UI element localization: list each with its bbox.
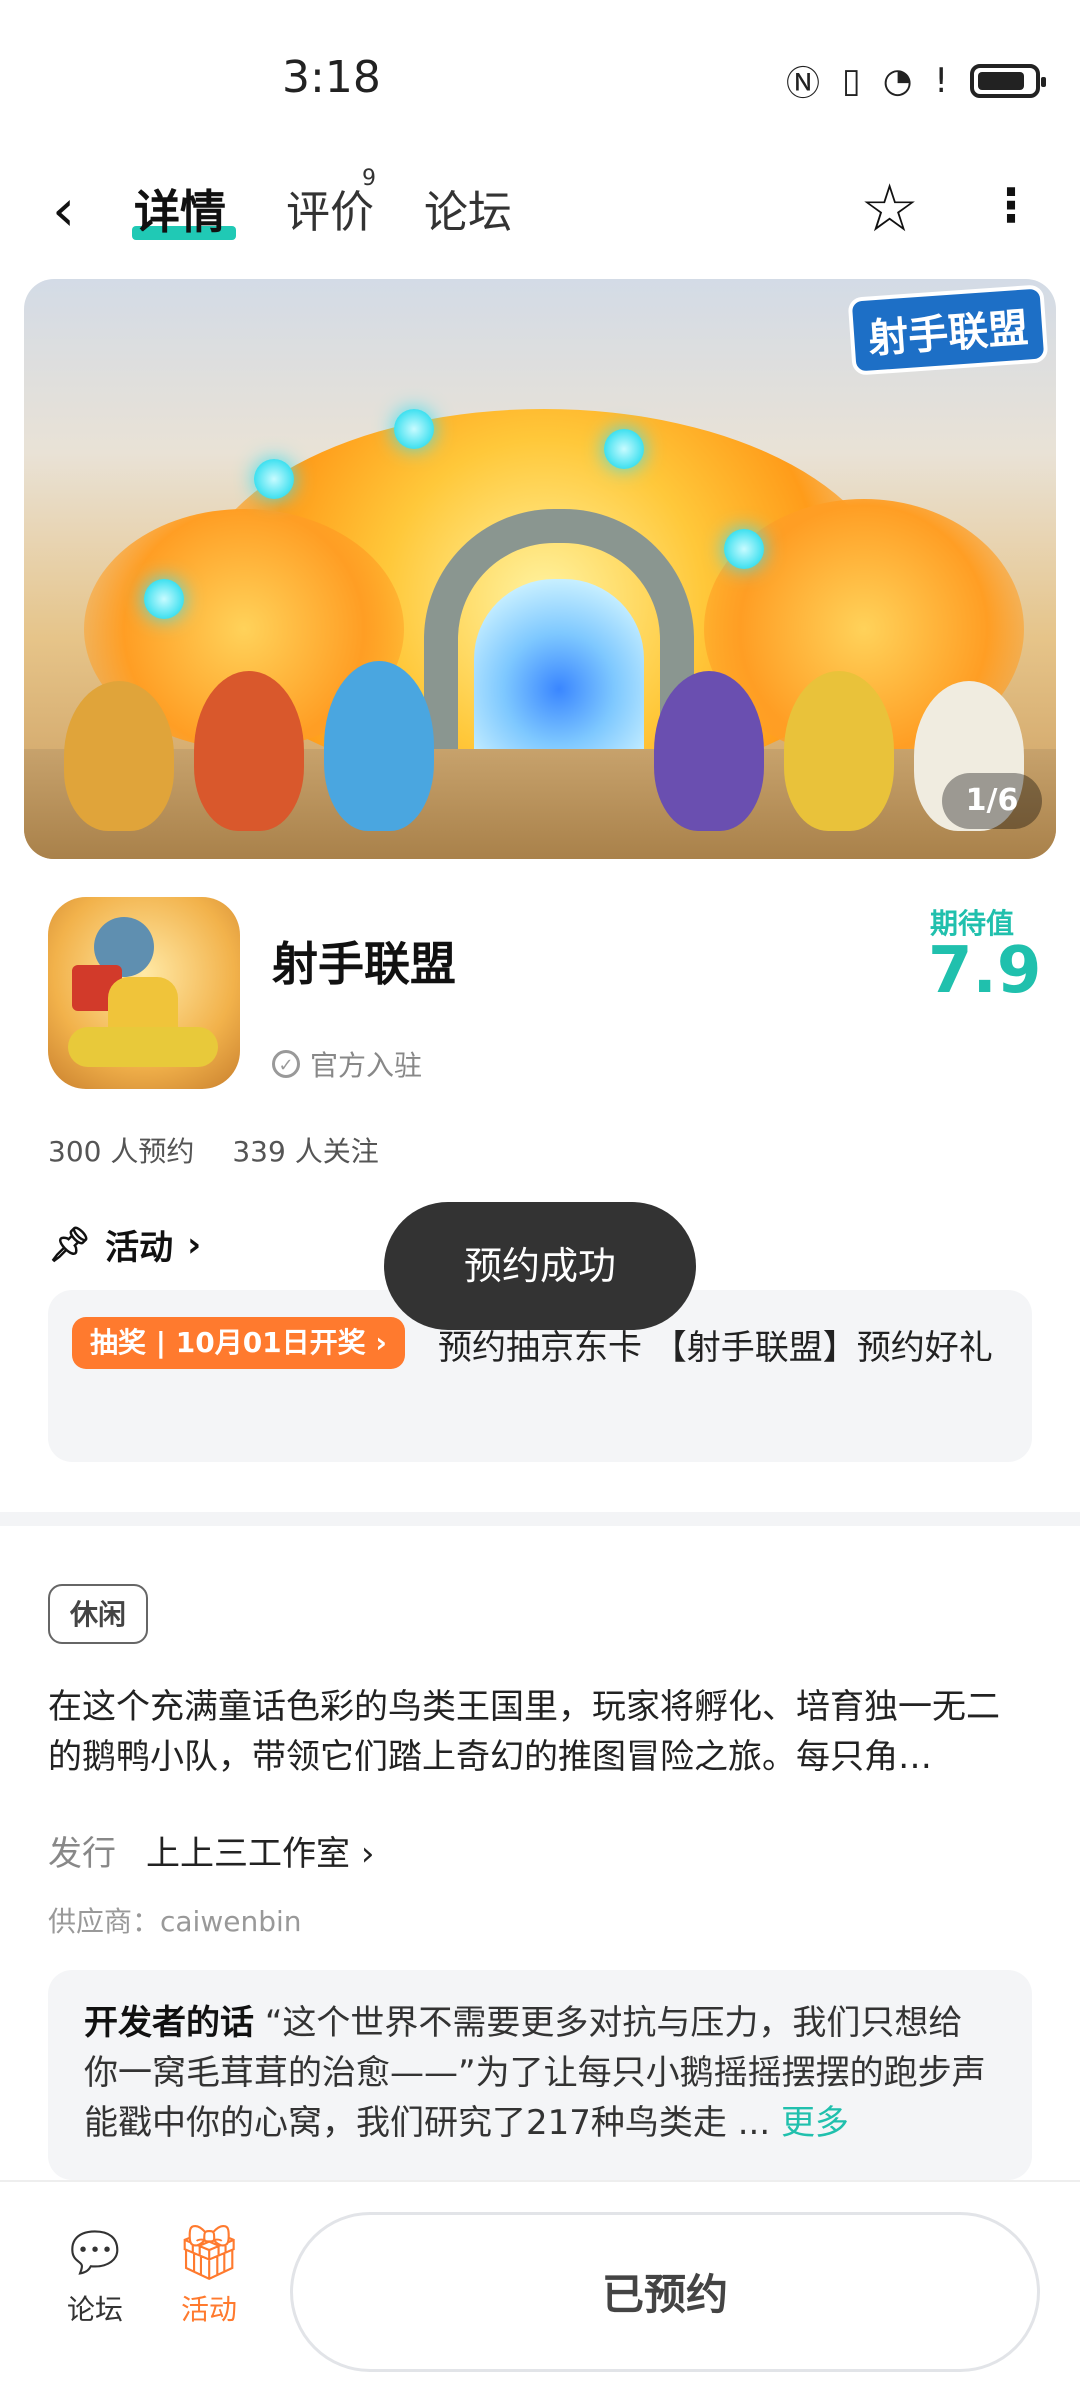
bottom-forum-button[interactable]: 💬︎ 论坛 bbox=[50, 2218, 140, 2328]
gem-graphic bbox=[254, 459, 294, 499]
gift-icon: 🎁︎ bbox=[174, 2221, 244, 2284]
tab-forum[interactable]: 论坛 bbox=[424, 176, 512, 240]
status-time: 3:18 bbox=[282, 52, 381, 103]
battery-icon bbox=[970, 63, 1046, 98]
developer-note-title: 开发者的话 bbox=[84, 2003, 254, 2043]
pin-icon: 📌︎ bbox=[48, 1224, 92, 1265]
official-badge: ✓ 官方入驻 bbox=[272, 1044, 422, 1084]
hero-banner[interactable]: 射手联盟 1/6 bbox=[24, 279, 1056, 859]
character-graphic bbox=[784, 671, 894, 831]
bottom-activity-button[interactable]: 🎁︎ 活动 bbox=[164, 2218, 254, 2328]
genre-tag[interactable]: 休闲 bbox=[48, 1584, 149, 1644]
chevron-right-icon: › bbox=[375, 1326, 387, 1359]
supplier-info: 供应商：caiwenbin bbox=[48, 1905, 302, 1938]
banner-page-indicator: 1/6 bbox=[942, 773, 1042, 829]
official-label: 官方入驻 bbox=[310, 1049, 423, 1082]
activity-tag: 抽奖 | 10月01日开奖 › bbox=[72, 1317, 405, 1369]
tab-details[interactable]: 详情 bbox=[134, 176, 226, 242]
nfc-icon: Ⓝ bbox=[785, 64, 820, 104]
publisher-name: 上上三工作室 bbox=[146, 1834, 350, 1874]
character-graphic bbox=[194, 671, 304, 831]
reservation-count: 300 人预约 bbox=[48, 1135, 195, 1168]
gem-graphic bbox=[604, 429, 644, 469]
chevron-left-icon: ‹ bbox=[52, 176, 76, 244]
activity-tag-label: 抽奖 | 10月01日开奖 bbox=[90, 1326, 366, 1359]
favorite-button[interactable]: ☆ bbox=[860, 170, 919, 247]
scooter-graphic bbox=[68, 1027, 218, 1067]
publisher-link[interactable]: 上上三工作室 › bbox=[146, 1826, 374, 1875]
app-stats: 300 人预约 339 人关注 bbox=[48, 1130, 379, 1170]
chevron-right-icon: › bbox=[187, 1224, 202, 1265]
reserved-button[interactable]: 已预约 bbox=[290, 2212, 1040, 2372]
app-name: 射手联盟 bbox=[272, 937, 456, 991]
bottom-forum-label: 论坛 bbox=[66, 2293, 123, 2326]
developer-note: 开发者的话 “这个世界不需要更多对抗与压力，我们只想给你一窝毛茸茸的治愈——”为… bbox=[84, 1998, 996, 2148]
back-button[interactable]: ‹ bbox=[52, 176, 75, 244]
status-icons: Ⓝ ▯ ◔ ! bbox=[785, 56, 1046, 105]
app-icon bbox=[48, 897, 240, 1089]
more-vertical-icon: ⋮ bbox=[988, 178, 1034, 232]
gem-graphic bbox=[144, 579, 184, 619]
character-graphic bbox=[654, 671, 764, 831]
check-circle-icon: ✓ bbox=[272, 1050, 300, 1078]
more-link[interactable]: 更多 bbox=[781, 2103, 849, 2143]
follower-count: 339 人关注 bbox=[232, 1135, 379, 1168]
publisher-label: 发行 bbox=[48, 1834, 116, 1874]
activity-header[interactable]: 📌︎ 活动 › bbox=[48, 1220, 201, 1269]
wifi-icon: ◔ bbox=[882, 60, 913, 101]
alert-icon: ! bbox=[934, 60, 948, 101]
chat-bubble-icon: 💬︎ bbox=[60, 2221, 130, 2284]
activity-header-label: 活动 bbox=[105, 1228, 174, 1268]
chevron-right-icon: › bbox=[360, 1834, 375, 1874]
game-logo: 射手联盟 bbox=[847, 284, 1049, 376]
gem-graphic bbox=[394, 409, 434, 449]
toast-message: 预约成功 bbox=[384, 1202, 696, 1330]
character-graphic bbox=[324, 661, 434, 831]
character-graphic bbox=[64, 681, 174, 831]
ground-graphic bbox=[24, 749, 1056, 859]
tab-reviews[interactable]: 评价 bbox=[286, 176, 374, 240]
bottom-action-bar: 💬︎ 论坛 🎁︎ 活动 已预约 bbox=[0, 2180, 1080, 2402]
gem-graphic bbox=[724, 529, 764, 569]
game-description: 在这个充满童话色彩的鸟类王国里，玩家将孵化、培育独一无二的鹅鸭小队，带领它们踏上… bbox=[48, 1687, 1000, 1777]
developer-note-card[interactable]: 开发者的话 “这个世界不需要更多对抗与压力，我们只想给你一窝毛茸茸的治愈——”为… bbox=[48, 1970, 1032, 2180]
more-button[interactable]: ⋮ bbox=[988, 178, 1034, 232]
reviews-count-badge: 9 bbox=[362, 166, 376, 191]
bottom-activity-label: 活动 bbox=[180, 2293, 237, 2326]
star-outline-icon: ☆ bbox=[860, 170, 920, 247]
expectation-value: 7.9 bbox=[928, 934, 1042, 1008]
vibrate-icon: ▯ bbox=[841, 60, 861, 101]
section-divider bbox=[0, 1512, 1080, 1526]
